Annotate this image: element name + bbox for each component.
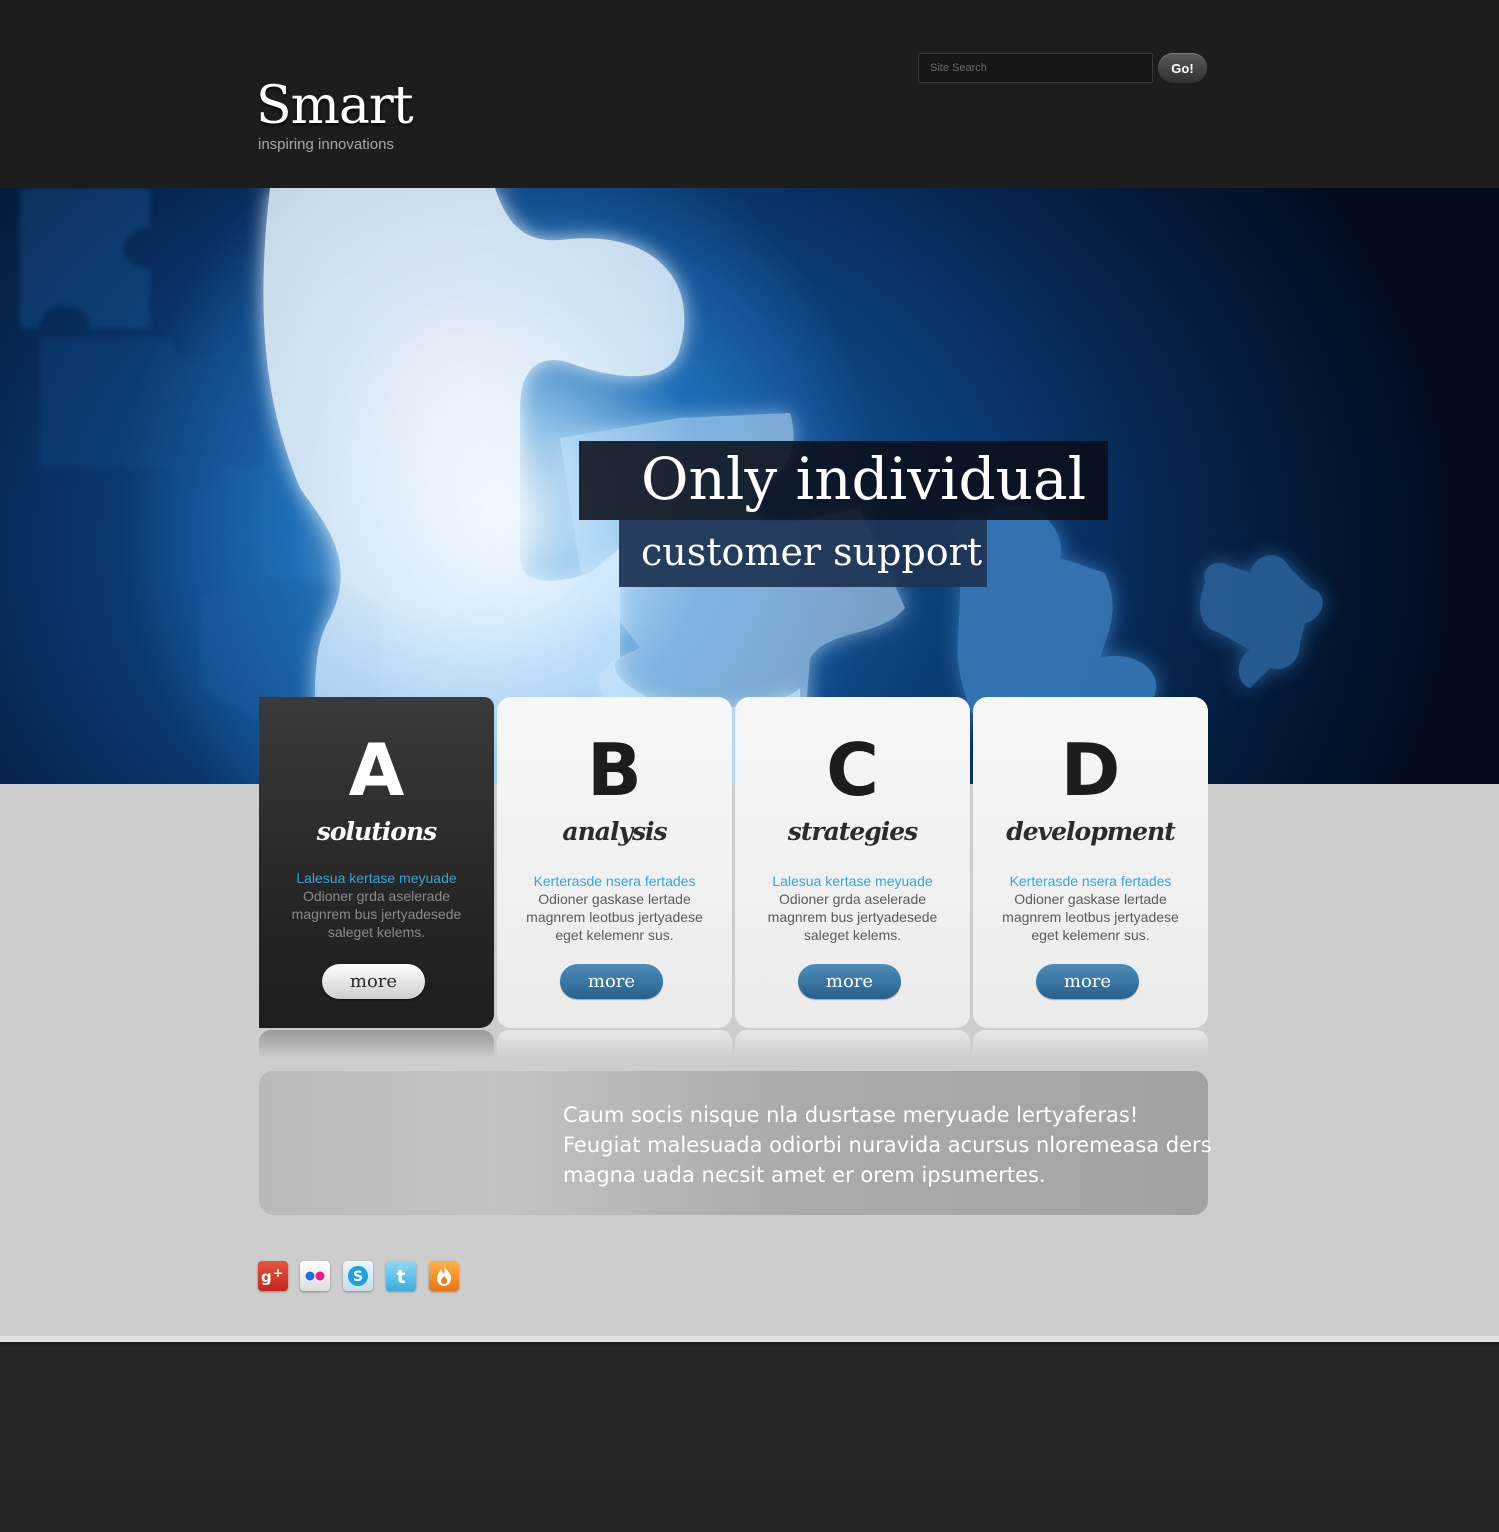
skype-icon[interactable]: S [343,1261,373,1291]
card-reflection [735,1030,970,1058]
twitter-icon[interactable]: t [386,1261,416,1291]
svg-text:g: g [261,1268,272,1286]
card-link[interactable]: Lalesua kertase meyuade [735,872,970,890]
card-description: Odioner gaskase lertade magnrem leotbus … [526,891,703,943]
google-plus-icon[interactable]: g + [258,1261,288,1291]
card-letter: C [826,728,879,812]
card-description: Odioner grda aselerade magnrem bus jerty… [767,891,938,943]
svg-text:S: S [353,1269,363,1285]
more-button[interactable]: more [798,964,901,999]
feature-card-d: D development Kerterasde nsera fertades … [973,697,1208,1028]
more-button[interactable]: more [322,964,425,999]
card-title: development [1006,817,1176,846]
quote-line-2: Feugiat malesuada odiorbi nuravida acurs… [563,1133,1212,1157]
card-letter: D [1060,728,1121,812]
card-description: Odioner grda aselerade magnrem bus jerty… [291,888,462,940]
card-description: Odioner gaskase lertade magnrem leotbus … [1002,891,1179,943]
hero-headline-line2: customer support [641,530,983,574]
feature-card-b: B analysis Kerterasde nsera fertades Odi… [497,697,732,1028]
site-footer [0,1336,1499,1532]
card-title: strategies [787,817,918,846]
feature-card-c: C strategies Lalesua kertase meyuade Odi… [735,697,970,1028]
search-go-button[interactable]: Go! [1158,53,1207,83]
hero-headline-line1: Only individual [641,445,1087,513]
card-link[interactable]: Lalesua kertase meyuade [259,869,494,887]
site-header: Smart inspiring innovations Go! [0,0,1499,188]
card-link[interactable]: Kerterasde nsera fertades [973,872,1208,890]
search-input[interactable] [918,53,1153,83]
svg-text:t: t [396,1266,405,1287]
logo-title[interactable]: Smart [256,76,414,136]
fire-icon[interactable] [429,1261,459,1291]
more-button[interactable]: more [1036,964,1139,999]
card-reflection [259,1030,494,1058]
card-title: analysis [562,817,667,846]
logo-tagline: inspiring innovations [258,136,394,153]
card-reflection [973,1030,1208,1058]
hero-banner: Only individual customer support [0,188,1499,784]
card-letter: B [587,728,642,812]
flickr-icon[interactable] [300,1261,330,1291]
card-title: solutions [316,817,437,846]
quote-line-3: magna uada necsit amet er orem ipsumerte… [563,1163,1046,1187]
svg-text:+: + [273,1266,283,1280]
quote-line-1: Caum socis nisque nla dusrtase meryuade … [563,1103,1139,1127]
card-letter: A [348,728,405,812]
feature-card-a: A solutions Lalesua kertase meyuade Odio… [259,697,494,1028]
more-button[interactable]: more [560,964,663,999]
card-reflection [497,1030,732,1058]
card-link[interactable]: Kerterasde nsera fertades [497,872,732,890]
